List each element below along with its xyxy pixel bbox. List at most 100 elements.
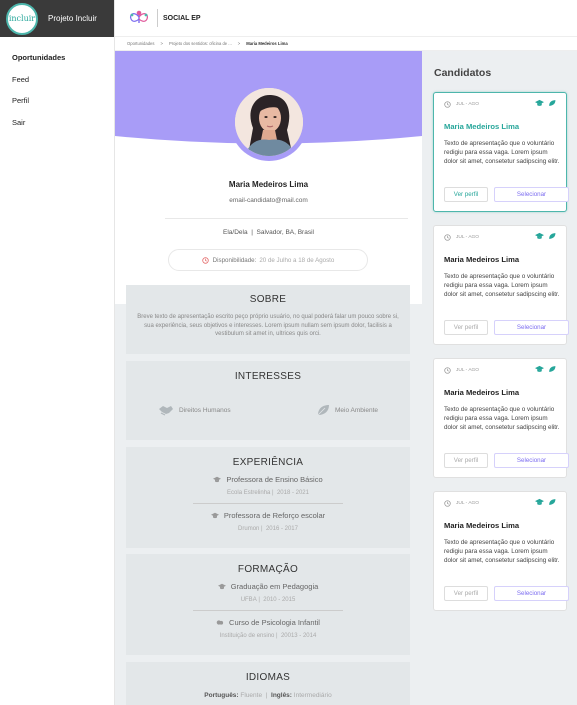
brand[interactable]: incluir Projeto Incluir xyxy=(0,0,114,37)
nav-item-oportunidades[interactable]: Oportunidades xyxy=(12,53,114,62)
education-period: 20013 - 2014 xyxy=(280,633,317,639)
candidate-card[interactable]: JUL - AGO Maria Medeiros Lima Texto de a… xyxy=(433,225,569,345)
candidate-card[interactable]: JUL - AGO Maria Medeiros Lima Texto de a… xyxy=(433,491,569,611)
card-candidate-name[interactable]: Maria Medeiros Lima xyxy=(444,255,519,264)
breadcrumb-separator: > xyxy=(160,41,163,46)
profile-email[interactable]: email-candidato@mail.com xyxy=(115,197,422,204)
education-place: UFBA xyxy=(240,597,257,603)
card-icons xyxy=(535,365,556,373)
candidate-card[interactable]: JUL - AGO Maria Medeiros Lima Texto de a… xyxy=(433,92,569,212)
graduation-cap-icon xyxy=(217,583,226,590)
about-title: SOBRE xyxy=(249,294,287,305)
education-course-row: Curso de Psicologia Infantil xyxy=(126,618,410,627)
experience-meta: Ecola Estrelinha | 2018 - 2021 xyxy=(227,490,309,496)
card-period-text: JUL - AGO xyxy=(456,102,480,107)
leaf-icon xyxy=(317,405,329,416)
avatar-portrait-icon xyxy=(235,88,303,156)
interests-section: INTERESSES Direitos Humanos Meio Ambient… xyxy=(126,361,410,440)
interest-item: Direitos Humanos xyxy=(158,404,231,416)
profile-pronouns: Ela/Dela xyxy=(223,229,248,236)
social-ep-logo-icon[interactable] xyxy=(127,8,151,28)
language-name: Inglês: xyxy=(271,692,292,699)
availability-badge: Disponibilidade: 20 de Julho a 18 de Ago… xyxy=(168,249,368,271)
divider xyxy=(193,503,343,504)
clock-icon xyxy=(444,101,451,108)
card-presentation-text: Texto de apresentação que o voluntário r… xyxy=(444,140,560,166)
card-presentation-text: Texto de apresentação que o voluntário r… xyxy=(444,539,560,565)
breadcrumb: Oportunidades > Projeto dos sentidos: of… xyxy=(115,37,577,51)
select-button[interactable]: Selecionar xyxy=(494,586,569,601)
language-level: Intermediário xyxy=(293,692,332,699)
experience-role-row: Professora de Ensino Básico xyxy=(126,475,410,484)
experience-title: EXPERIÊNCIA xyxy=(232,457,304,468)
card-actions: Ver perfil Selecionar xyxy=(444,586,569,601)
interest-label: Meio Ambiente xyxy=(335,406,378,414)
graduation-cap-icon xyxy=(535,365,544,372)
avatar[interactable] xyxy=(230,83,308,161)
card-actions: Ver perfil Selecionar xyxy=(444,320,569,335)
interests-title: INTERESSES xyxy=(234,371,302,382)
interests-list: Direitos Humanos Meio Ambiente xyxy=(126,404,410,416)
experience-section: EXPERIÊNCIA Professora de Ensino Básico … xyxy=(126,447,410,548)
profile-panel: Maria Medeiros Lima email-candidato@mail… xyxy=(115,51,422,705)
breadcrumb-item-oportunidades[interactable]: Oportunidades xyxy=(127,41,154,46)
graduation-cap-icon xyxy=(535,498,544,505)
education-course: Curso de Psicologia Infantil xyxy=(229,618,320,627)
card-period-text: JUL - AGO xyxy=(456,501,480,506)
select-button[interactable]: Selecionar xyxy=(494,320,569,335)
about-section: SOBRE Breve texto de apresentação escrit… xyxy=(126,285,410,354)
experience-place: Drumon xyxy=(238,526,260,532)
view-profile-button[interactable]: Ver perfil xyxy=(444,586,488,601)
leaf-icon xyxy=(549,499,556,505)
nav-item-feed[interactable]: Feed xyxy=(12,75,114,84)
languages-section: IDIOMAS Português: Fluente | Inglês: Int… xyxy=(126,662,410,705)
card-icons xyxy=(535,99,556,107)
languages-list: Português: Fluente | Inglês: Intermediár… xyxy=(204,692,332,699)
view-profile-button[interactable]: Ver perfil xyxy=(444,453,488,468)
profile-header: Maria Medeiros Lima email-candidato@mail… xyxy=(115,51,422,218)
graduation-cap-icon xyxy=(535,232,544,239)
interest-item: Meio Ambiente xyxy=(316,404,378,416)
top-header: SOCIAL EP xyxy=(115,0,577,37)
clock-icon xyxy=(444,500,451,507)
clock-icon xyxy=(201,256,209,264)
experience-item: Professora de Reforço escolar Drumon | 2… xyxy=(126,511,410,532)
experience-period: 2016 - 2017 xyxy=(265,526,298,532)
candidates-panel: Candidatos JUL - AGO Maria Medeiros Lima… xyxy=(422,51,577,705)
view-profile-button[interactable]: Ver perfil xyxy=(444,320,488,335)
education-meta: UFBA | 2010 - 2015 xyxy=(240,597,296,603)
brand-logo-text: incluir xyxy=(8,14,36,23)
card-icons xyxy=(535,498,556,506)
education-period: 2010 - 2015 xyxy=(263,597,296,603)
experience-period: 2018 - 2021 xyxy=(276,490,309,496)
experience-role-row: Professora de Reforço escolar xyxy=(126,511,410,520)
experience-place: Ecola Estrelinha xyxy=(227,490,271,496)
card-period: JUL - AGO xyxy=(444,500,479,507)
sidebar: incluir Projeto Incluir Oportunidades Fe… xyxy=(0,0,115,705)
leaf-icon xyxy=(549,100,556,106)
nav-item-perfil[interactable]: Perfil xyxy=(12,96,114,105)
clock-icon xyxy=(444,367,451,374)
breadcrumb-item-projeto[interactable]: Projeto dos sentidos: oficina de ... xyxy=(169,41,232,46)
card-actions: Ver perfil Selecionar xyxy=(444,453,569,468)
view-profile-button[interactable]: Ver perfil xyxy=(444,187,488,202)
card-period-text: JUL - AGO xyxy=(456,368,480,373)
separator: | xyxy=(249,229,255,236)
availability-label: Disponibilidade: xyxy=(212,256,257,264)
card-period: JUL - AGO xyxy=(444,367,479,374)
education-course: Graduação em Pedagogia xyxy=(230,582,319,591)
card-icons xyxy=(535,232,556,240)
brand-name: Projeto Incluir xyxy=(48,14,97,23)
card-period-text: JUL - AGO xyxy=(456,235,480,240)
experience-role: Professora de Reforço escolar xyxy=(223,511,326,520)
profile-city: Salvador, BA, Brasil xyxy=(256,229,314,236)
app-title: SOCIAL EP xyxy=(163,14,201,22)
select-button[interactable]: Selecionar xyxy=(494,187,569,202)
sidebar-nav: Oportunidades Feed Perfil Sair xyxy=(0,37,114,127)
card-candidate-name[interactable]: Maria Medeiros Lima xyxy=(444,388,519,397)
select-button[interactable]: Selecionar xyxy=(494,453,569,468)
card-candidate-name[interactable]: Maria Medeiros Lima xyxy=(444,122,519,131)
nav-item-sair[interactable]: Sair xyxy=(12,118,114,127)
candidate-card[interactable]: JUL - AGO Maria Medeiros Lima Texto de a… xyxy=(433,358,569,478)
card-candidate-name[interactable]: Maria Medeiros Lima xyxy=(444,521,519,530)
